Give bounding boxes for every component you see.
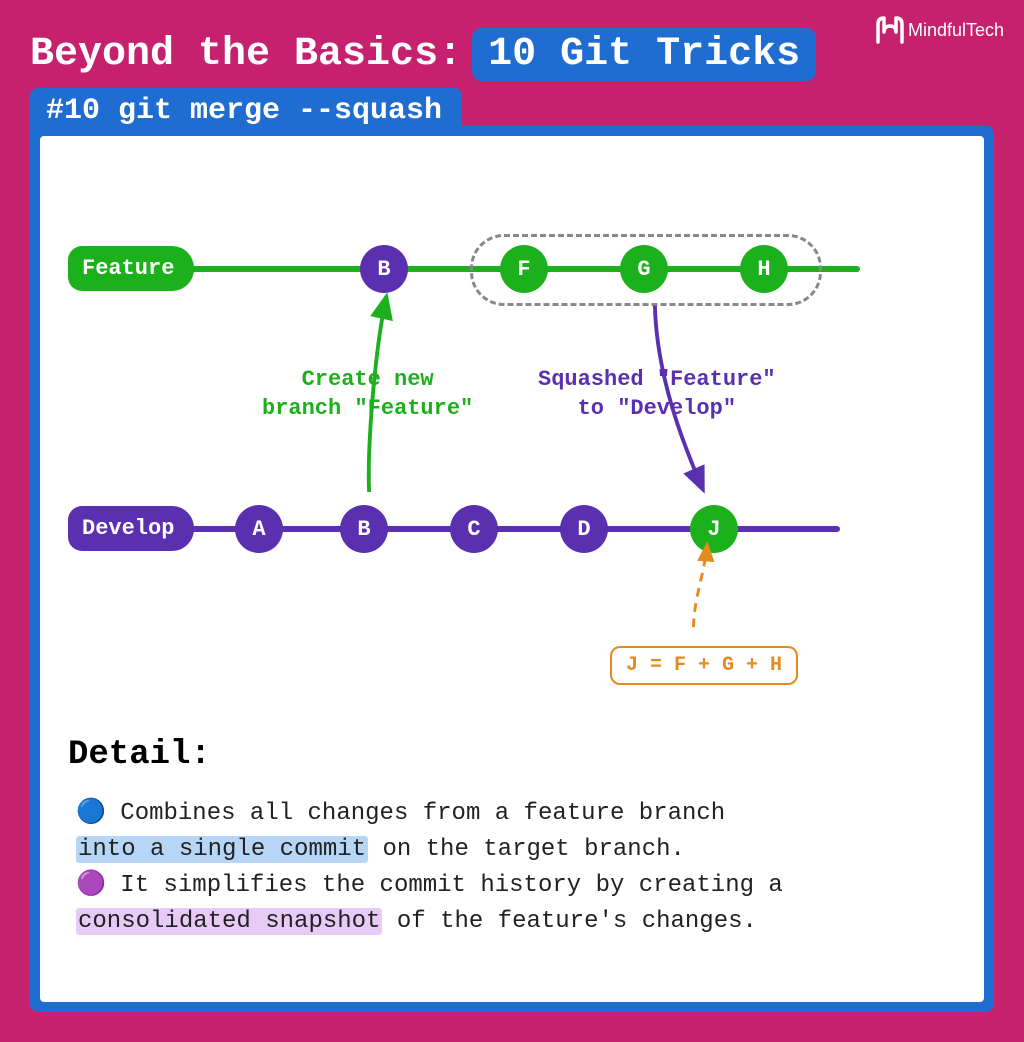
detail-line2-post: of the feature's changes.: [382, 908, 756, 935]
annotation-create-branch: Create new branch "Feature": [262, 366, 473, 423]
feature-commit-g: G: [620, 245, 668, 293]
annotation-squashed: Squashed "Feature" to "Develop": [538, 366, 776, 423]
page-title-area: Beyond the Basics: 10 Git Tricks: [30, 28, 816, 81]
detail-line1-highlight: into a single commit: [76, 836, 368, 863]
content-panel: Feature B F G H Develop A B C D J Create…: [40, 136, 984, 1002]
feature-commit-h: H: [740, 245, 788, 293]
detail-heading: Detail:: [68, 736, 956, 774]
git-diagram: Feature B F G H Develop A B C D J Create…: [40, 156, 984, 716]
content-frame: Feature B F G H Develop A B C D J Create…: [30, 126, 994, 1012]
brand-text: MindfulTech: [908, 20, 1004, 41]
develop-commit-b: B: [340, 505, 388, 553]
bullet-blue-icon: 🔵: [76, 800, 106, 827]
detail-line2-pre: It simplifies the commit history by crea…: [106, 872, 783, 899]
feature-commit-b: B: [360, 245, 408, 293]
brand: MindfulTech: [874, 14, 1004, 46]
title-badge: 10 Git Tricks: [472, 28, 816, 81]
feature-commit-f: F: [500, 245, 548, 293]
detail-line1-post: on the target branch.: [368, 836, 685, 863]
feature-branch-label: Feature: [68, 246, 194, 291]
detail-line1-pre: Combines all changes from a feature bran…: [106, 800, 725, 827]
detail-body: 🔵 Combines all changes from a feature br…: [68, 796, 956, 940]
title-prefix: Beyond the Basics:: [30, 32, 462, 77]
detail-line2-highlight: consolidated snapshot: [76, 908, 382, 935]
tip-tab-label: #10 git merge --squash: [46, 94, 442, 128]
bullet-purple-icon: 🟣: [76, 872, 106, 899]
equation-box: J = F + G + H: [610, 646, 798, 685]
develop-commit-a: A: [235, 505, 283, 553]
develop-commit-d: D: [560, 505, 608, 553]
detail-section: Detail: 🔵 Combines all changes from a fe…: [68, 736, 956, 940]
develop-commit-j: J: [690, 505, 738, 553]
develop-branch-label: Develop: [68, 506, 194, 551]
brand-logo-icon: [874, 14, 906, 46]
develop-commit-c: C: [450, 505, 498, 553]
